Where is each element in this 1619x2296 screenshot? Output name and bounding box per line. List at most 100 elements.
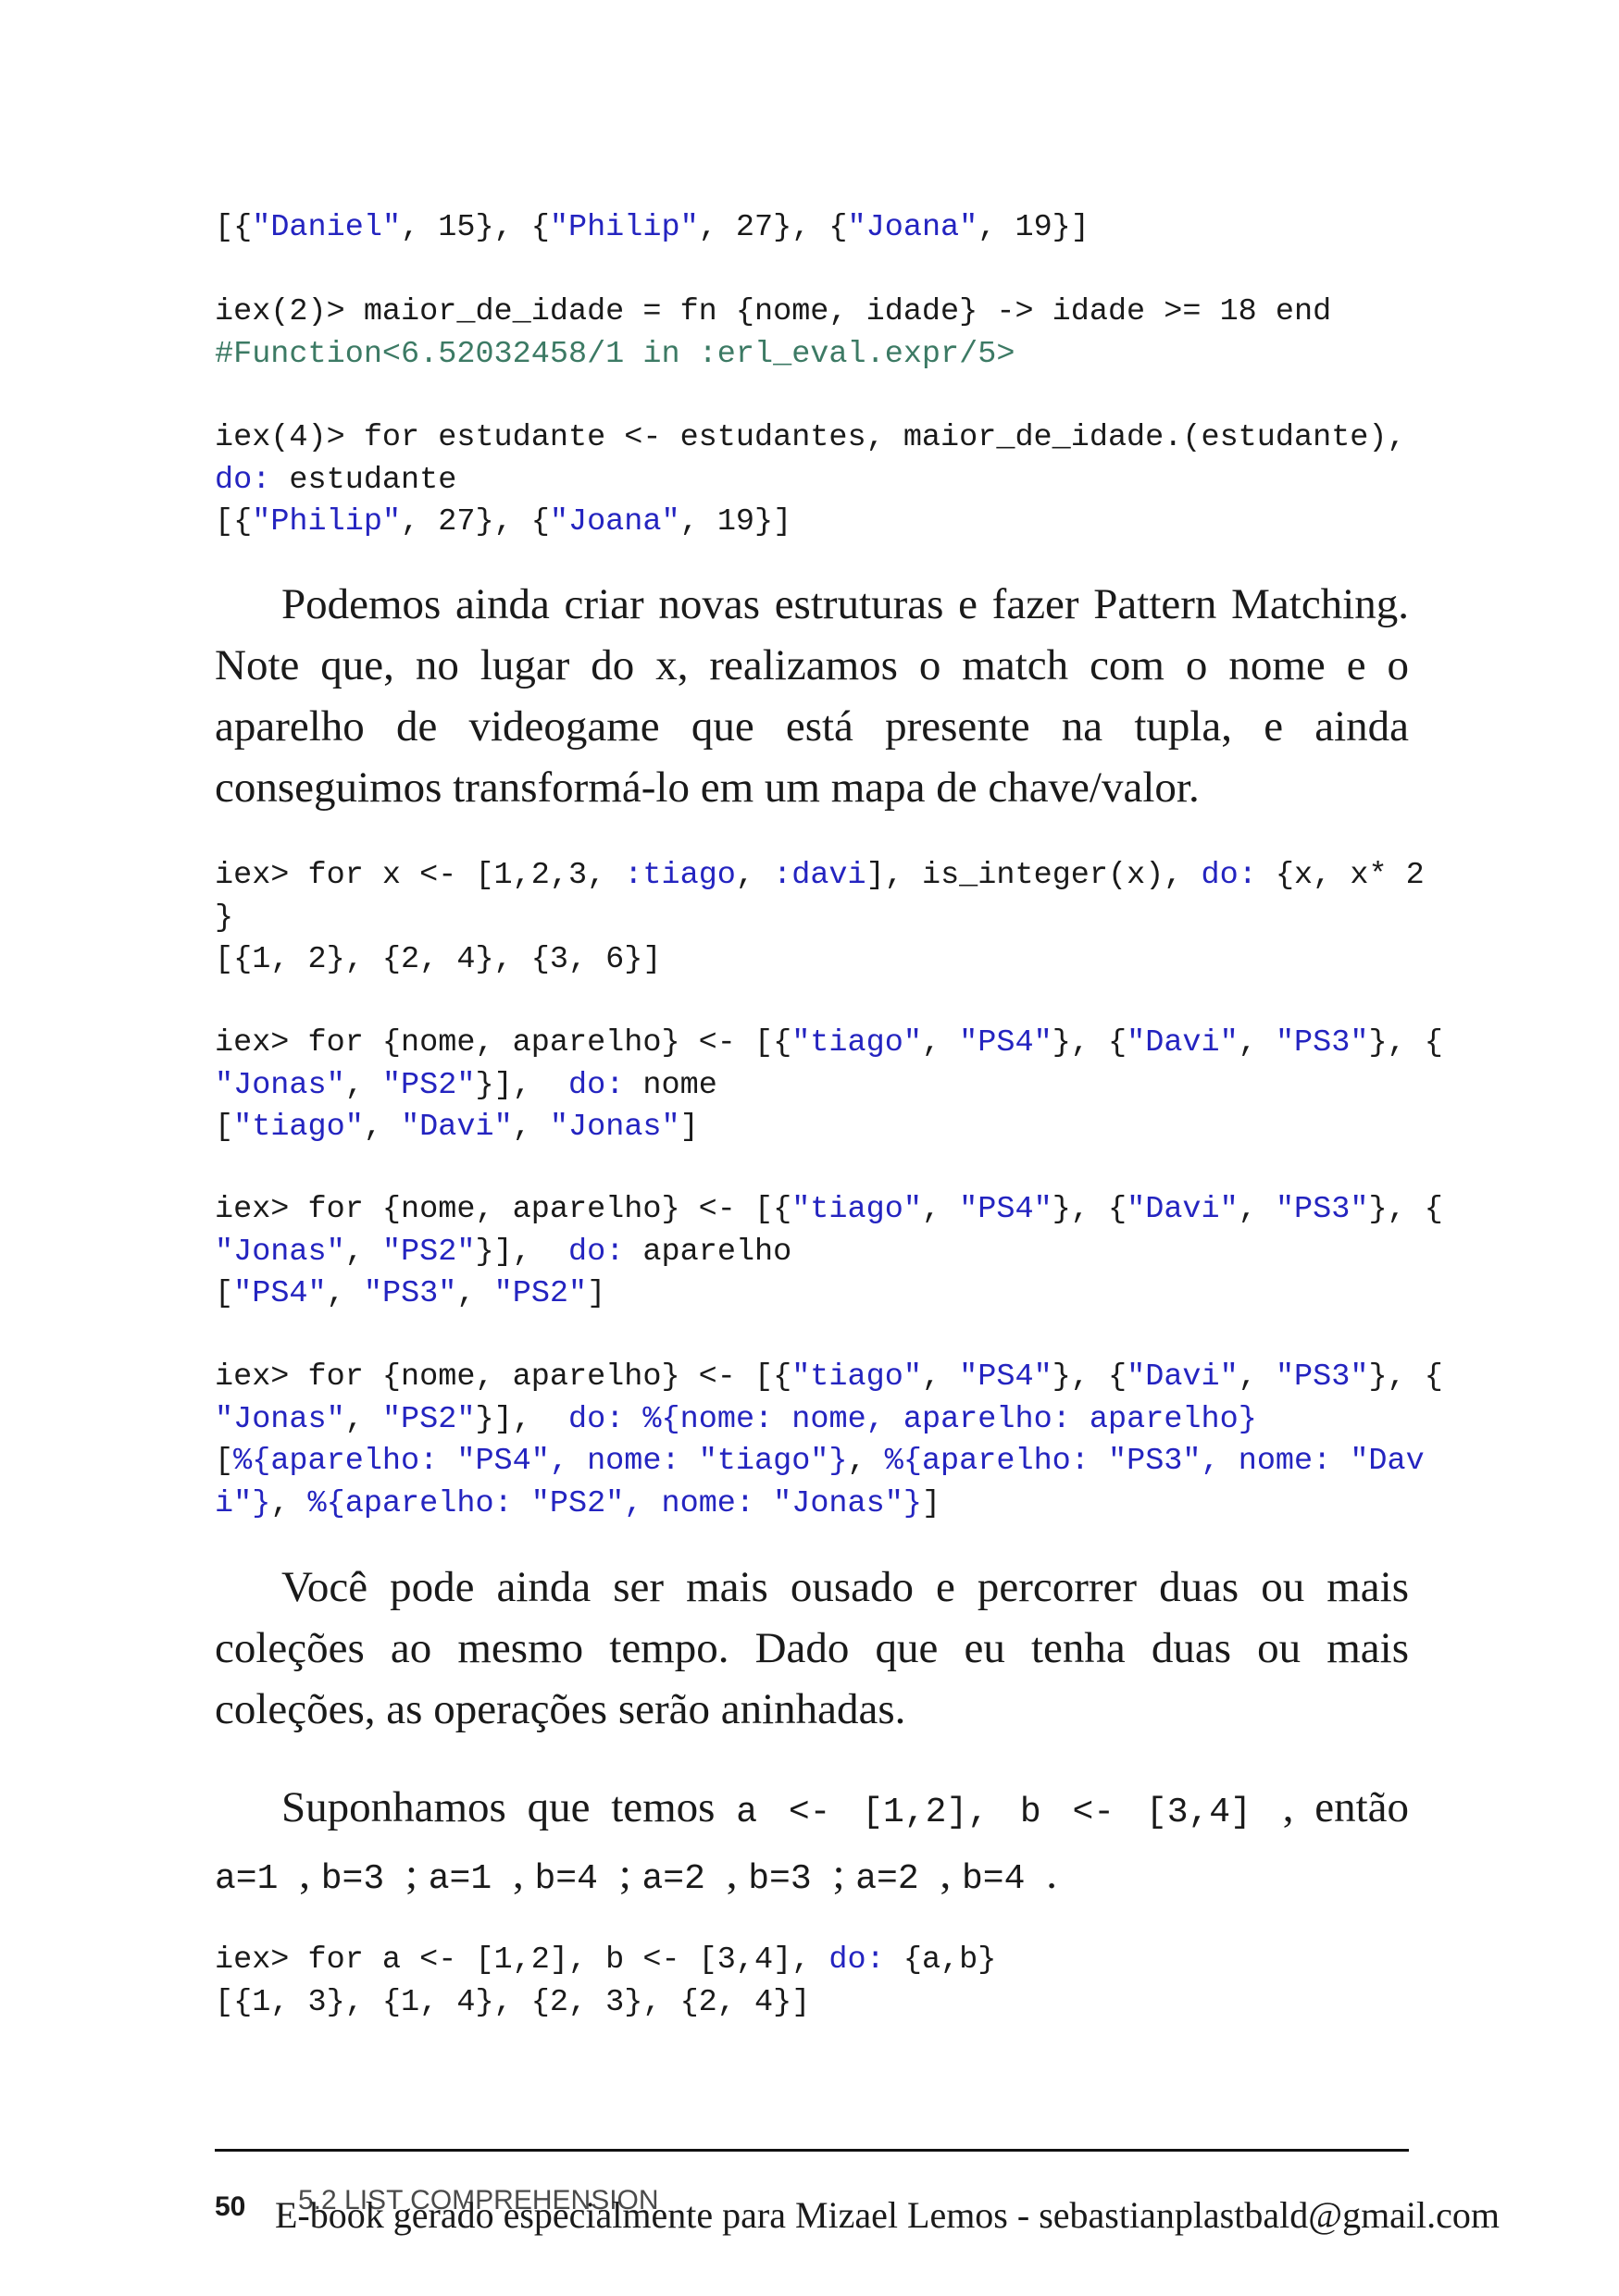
code-line: "Jonas", "PS2"}], do: %{nome: nome, apar… — [215, 1399, 1443, 1442]
code-token: {a,b} — [884, 1942, 997, 1978]
code-line: "Jonas", "PS2"}], do: aparelho — [215, 1232, 1443, 1274]
code-block-8: iex> for a <- [1,2], b <- [3,4], do: {a,… — [215, 1940, 996, 2024]
code-line: iex> for {nome, aparelho} <- [{"tiago", … — [215, 1023, 1443, 1065]
code-token: ] — [921, 1485, 941, 1521]
text-run: , então — [1282, 1783, 1409, 1831]
text-run: ; — [405, 1850, 429, 1898]
inline-code: a=1 — [428, 1859, 513, 1899]
code-line: [{"Daniel", 15}, {"Philip", 27}, {"Joana… — [215, 207, 1090, 250]
code-token-literal: "PS4" — [233, 1276, 327, 1311]
code-token: iex(4)> for estudante <- estudantes, mai… — [215, 420, 1406, 455]
code-token-literal: do: — [215, 462, 271, 498]
code-token: , 19}] — [679, 504, 792, 540]
code-token: }], — [475, 1401, 569, 1437]
text-run: , — [512, 1850, 535, 1898]
ebook-watermark: E-book gerado especialmente para Mizael … — [275, 2194, 1501, 2236]
text-run: , — [299, 1850, 321, 1898]
code-token: } — [215, 900, 234, 936]
code-token-literal: "tiago" — [233, 1110, 364, 1145]
code-token-literal: "Jonas" — [215, 1401, 345, 1437]
code-token-literal: "PS2" — [381, 1401, 476, 1437]
code-token: [ — [215, 1276, 234, 1311]
code-token: , — [363, 1110, 402, 1145]
code-token-literal: "PS4" — [959, 1192, 1052, 1227]
code-line: } — [215, 898, 1425, 940]
code-token-literal: "tiago" — [791, 1192, 922, 1227]
code-token-literal: "PS2" — [493, 1276, 588, 1311]
code-token-literal: %{aparelho: "PS3", nome: "Dav — [884, 1444, 1425, 1479]
inline-code: a=2 — [855, 1859, 940, 1899]
code-token: , 15}, { — [401, 210, 550, 245]
code-line: [%{aparelho: "PS4", nome: "tiago"}, %{ap… — [215, 1441, 1443, 1483]
code-line: iex> for x <- [1,2,3, :tiago, :davi], is… — [215, 855, 1425, 898]
code-line: do: estudante — [215, 460, 1406, 503]
code-token: , — [344, 1234, 382, 1270]
code-line: [{"Philip", 27}, {"Joana", 19}] — [215, 502, 1406, 544]
code-block-2: iex(2)> maior_de_idade = fn {nome, idade… — [215, 292, 1331, 376]
code-token: , — [921, 1192, 960, 1227]
inline-code: a <- [1,2], b <- [3,4] — [736, 1793, 1283, 1832]
code-token: [{1, 3}, {1, 4}, {2, 3}, {2, 4}] — [215, 1984, 811, 2020]
code-token: , — [512, 1110, 550, 1145]
footer-rule — [215, 2149, 1409, 2152]
code-token: [ — [215, 1110, 234, 1145]
code-token: , — [456, 1276, 494, 1311]
paragraph-line: coleções, as operações serão aninhadas. — [215, 1685, 906, 1733]
code-line: i"}, %{aparelho: "PS2", nome: "Jonas"}] — [215, 1483, 1443, 1526]
code-token: iex> for {nome, aparelho} <- [{ — [215, 1192, 792, 1227]
code-token-literal: "Jonas" — [215, 1067, 345, 1103]
code-token-literal: "PS2" — [381, 1067, 476, 1103]
code-block-7: iex> for {nome, aparelho} <- [{"tiago", … — [215, 1357, 1443, 1525]
paragraph-nested-collections: Você pode ainda ser mais ousado e percor… — [215, 1557, 1409, 1740]
paragraph-line: Suponhamos que temos a <- [1,2], b <- [3… — [215, 1777, 1409, 1843]
paragraph-line: coleções ao mesmo tempo. Dado que eu ten… — [215, 1624, 1409, 1672]
code-line: #Function<6.52032458/1 in :erl_eval.expr… — [215, 334, 1331, 377]
code-line: "Jonas", "PS2"}], do: nome — [215, 1065, 1443, 1108]
code-token: iex(2)> maior_de_idade = fn {nome, idade… — [215, 294, 1332, 329]
paragraph-suppose: Suponhamos que temos a <- [1,2], b <- [3… — [215, 1777, 1409, 1910]
code-token-literal: "Philip" — [252, 504, 402, 540]
code-token: }, { — [1368, 1359, 1443, 1395]
paragraph-line: aparelho de videogame que está presente … — [215, 702, 1409, 751]
code-token: , — [735, 858, 774, 893]
code-token: , — [344, 1401, 382, 1437]
code-line: iex> for {nome, aparelho} <- [{"tiago", … — [215, 1189, 1443, 1232]
code-token: , 19}] — [978, 210, 1090, 245]
code-token: iex> for x <- [1,2,3, — [215, 858, 625, 893]
code-token: aparelho — [624, 1234, 792, 1270]
inline-code: a=1 — [215, 1859, 300, 1899]
code-token: ] — [679, 1110, 699, 1145]
code-token: }], — [475, 1234, 569, 1270]
code-token-literal: do: — [1201, 858, 1257, 893]
paragraph-pattern-matching: Podemos ainda criar novas estruturas e f… — [215, 574, 1409, 818]
code-token-literal: "PS3" — [1275, 1192, 1369, 1227]
code-block-3: iex(4)> for estudante <- estudantes, mai… — [215, 417, 1406, 544]
code-line: ["PS4", "PS3", "PS2"] — [215, 1273, 1443, 1316]
inline-code: b=4 — [534, 1859, 619, 1899]
text-run: , — [726, 1850, 749, 1898]
code-token-literal: "Joana" — [549, 504, 680, 540]
code-token: [ — [215, 1444, 234, 1479]
code-token: [{ — [215, 210, 253, 245]
paragraph-line: a=1 , b=3 ; a=1 , b=4 ; a=2 , b=3 ; a=2 … — [215, 1843, 1409, 1910]
inline-code: a=2 — [641, 1859, 727, 1899]
code-token-literal: %{aparelho: "PS2", nome: "Jonas"} — [307, 1485, 922, 1521]
code-token: {x, x* 2 — [1256, 858, 1425, 893]
code-token-literal: :davi — [773, 858, 866, 893]
code-token: iex> for {nome, aparelho} <- [{ — [215, 1025, 792, 1061]
paragraph-line: Note que, no lugar do x, realizamos o ma… — [215, 641, 1409, 689]
code-block-1: [{"Daniel", 15}, {"Philip", 27}, {"Joana… — [215, 207, 1090, 250]
code-token: ] — [587, 1276, 606, 1311]
code-line: [{1, 2}, {2, 4}, {3, 6}] — [215, 939, 1425, 982]
code-token-literal: do: — [568, 1234, 625, 1270]
code-token-literal: "PS3" — [1275, 1025, 1369, 1061]
code-token-literal: do: — [828, 1942, 885, 1978]
code-line: iex> for a <- [1,2], b <- [3,4], do: {a,… — [215, 1940, 996, 1982]
code-block-5: iex> for {nome, aparelho} <- [{"tiago", … — [215, 1023, 1443, 1149]
code-token: estudante — [270, 462, 457, 498]
code-token-literal: "Joana" — [847, 210, 978, 245]
code-token-literal: "Philip" — [549, 210, 699, 245]
code-token-literal: "Daniel" — [252, 210, 402, 245]
code-token: iex> for a <- [1,2], b <- [3,4], — [215, 1942, 829, 1978]
code-token-literal: :tiago — [624, 858, 736, 893]
